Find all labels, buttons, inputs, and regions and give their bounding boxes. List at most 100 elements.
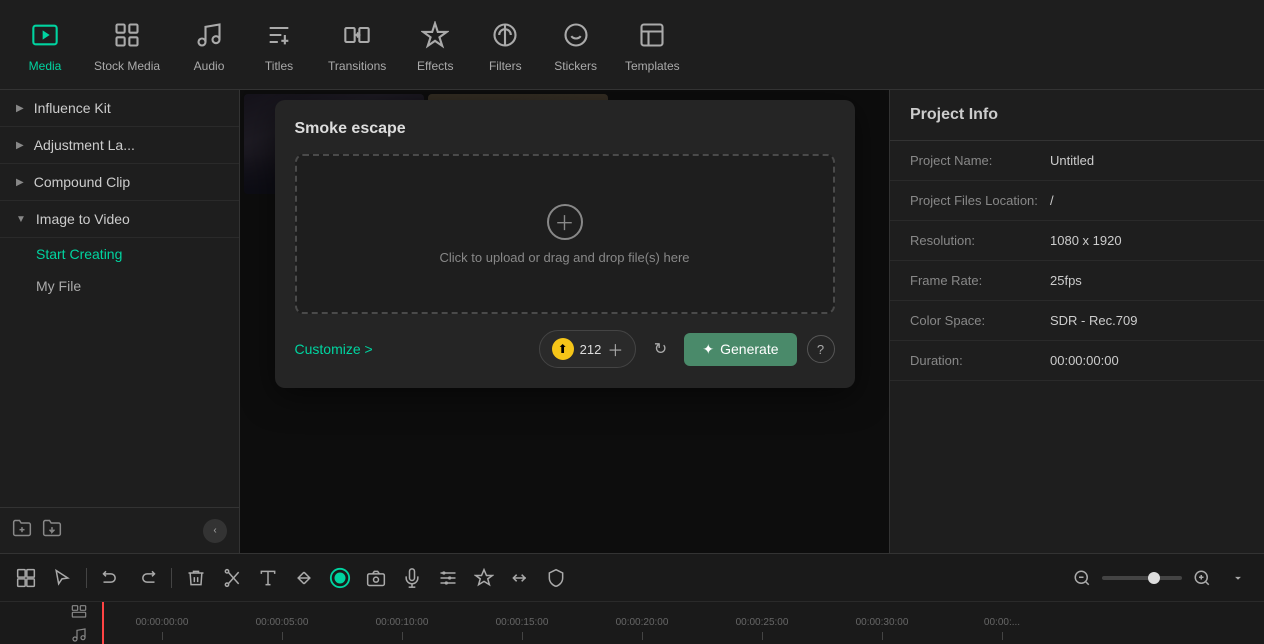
media-panel: Smoke escape ＋ Click to upload or drag a…: [240, 90, 889, 553]
modal-title: Smoke escape: [295, 120, 835, 138]
titles-icon: [261, 17, 297, 53]
add-folder-icon[interactable]: [12, 518, 32, 543]
speed-button[interactable]: [504, 562, 536, 594]
project-info-row-framerate: Frame Rate: 25fps: [890, 261, 1264, 301]
toolbar-item-templates[interactable]: Templates: [611, 9, 694, 81]
timeline-mark-4: 00:00:20:00: [582, 617, 702, 640]
resolution-label: Resolution:: [910, 233, 1040, 248]
modal-actions: ⬆ 212 ＋ ↻ ✦ Generate ?: [539, 330, 835, 368]
credits-count: 212: [580, 342, 602, 357]
upload-plus-icon: ＋: [547, 204, 583, 240]
redo-button[interactable]: [131, 562, 163, 594]
sidebar-sub-item-start-creating[interactable]: Start Creating: [0, 238, 239, 270]
undo-button[interactable]: [95, 562, 127, 594]
cursor-button[interactable]: [46, 562, 78, 594]
record-button[interactable]: [324, 562, 356, 594]
toolbar-divider-2: [171, 568, 172, 588]
text-button[interactable]: [252, 562, 284, 594]
timeline-mark-6: 00:00:30:00: [822, 617, 942, 640]
sidebar-collapse-button[interactable]: ‹: [203, 519, 227, 543]
project-info-row-colorspace: Color Space: SDR - Rec.709: [890, 301, 1264, 341]
toolbar-item-stock-media[interactable]: Stock Media: [80, 9, 174, 81]
timeline-mark-0: 00:00:00:00: [102, 617, 222, 640]
toolbar-item-effects[interactable]: Effects: [400, 9, 470, 81]
refresh-button[interactable]: ↻: [646, 335, 674, 363]
project-info-row-name: Project Name: Untitled: [890, 141, 1264, 181]
customize-link[interactable]: Customize >: [295, 341, 373, 357]
guard-button[interactable]: [540, 562, 572, 594]
timeline-settings-button[interactable]: [432, 562, 464, 594]
timeline-view-button[interactable]: [66, 602, 92, 621]
toolbar-label-transitions: Transitions: [328, 59, 386, 73]
toolbar-label-audio: Audio: [194, 59, 225, 73]
framerate-label: Frame Rate:: [910, 273, 1040, 288]
stock-media-icon: [109, 17, 145, 53]
toolbar-label-effects: Effects: [417, 59, 453, 73]
bottom-area: 00:00:00:00 00:00:05:00 00:00:10:00 00:0…: [0, 553, 1264, 643]
sidebar-item-label-image-to-video: Image to Video: [36, 211, 130, 227]
generate-button[interactable]: ✦ Generate: [684, 333, 796, 366]
sidebar-item-label-influence-kit: Influence Kit: [34, 100, 111, 116]
toolbar-item-transitions[interactable]: Transitions: [314, 9, 400, 81]
timeline-marks: 00:00:00:00 00:00:05:00 00:00:10:00 00:0…: [102, 602, 1264, 644]
modal-overlay: Smoke escape ＋ Click to upload or drag a…: [240, 90, 889, 553]
timeline-mark-3: 00:00:15:00: [462, 617, 582, 640]
group-select-button[interactable]: [10, 562, 42, 594]
duration-label: Duration:: [910, 353, 1040, 368]
sidebar: ▶ Influence Kit ▶ Adjustment La... ▶ Com…: [0, 90, 240, 553]
effects-icon: [417, 17, 453, 53]
sidebar-item-compound-clip[interactable]: ▶ Compound Clip: [0, 164, 239, 201]
snapshot-button[interactable]: [360, 562, 392, 594]
framerate-value: 25fps: [1050, 273, 1082, 288]
toolbar-item-audio[interactable]: Audio: [174, 9, 244, 81]
toolbar-item-media[interactable]: Media: [10, 9, 80, 81]
zoom-in-button[interactable]: [1186, 562, 1218, 594]
zoom-control: [1066, 562, 1254, 594]
fit-button[interactable]: [288, 562, 320, 594]
colorspace-label: Color Space:: [910, 313, 1040, 328]
keyframe-button[interactable]: [468, 562, 500, 594]
help-button[interactable]: ?: [807, 335, 835, 363]
sidebar-item-adjustment-layer[interactable]: ▶ Adjustment La...: [0, 127, 239, 164]
sidebar-item-image-to-video[interactable]: ▼ Image to Video: [0, 201, 239, 238]
sidebar-item-influence-kit[interactable]: ▶ Influence Kit: [0, 90, 239, 127]
timeline-mark-7: 00:00:...: [942, 617, 1062, 640]
modal-footer: Customize > ⬆ 212 ＋ ↻ ✦ Generate ?: [295, 330, 835, 368]
toolbar-label-media: Media: [29, 59, 62, 73]
credits-badge: ⬆ 212 ＋: [539, 330, 637, 368]
project-info-row-resolution: Resolution: 1080 x 1920: [890, 221, 1264, 261]
generate-plus-icon: ✦: [702, 341, 714, 358]
zoom-slider-thumb[interactable]: [1148, 572, 1160, 584]
project-info-row-location: Project Files Location: /: [890, 181, 1264, 221]
delete-button[interactable]: [180, 562, 212, 594]
toolbar-item-titles[interactable]: Titles: [244, 9, 314, 81]
sidebar-item-label-adjustment: Adjustment La...: [34, 137, 135, 153]
toolbar-divider-1: [86, 568, 87, 588]
chevron-right-icon: ▶: [16, 103, 24, 114]
credits-plus-icon[interactable]: ＋: [607, 337, 623, 361]
chevron-right-icon-2: ▶: [16, 140, 24, 151]
more-options-button[interactable]: [1222, 562, 1254, 594]
toolbar-label-stock-media: Stock Media: [94, 59, 160, 73]
timeline-mark-2: 00:00:10:00: [342, 617, 462, 640]
sidebar-bottom: ‹: [0, 507, 239, 553]
timeline-ruler: 00:00:00:00 00:00:05:00 00:00:10:00 00:0…: [0, 602, 1264, 644]
timeline-mark-1: 00:00:05:00: [222, 617, 342, 640]
cut-button[interactable]: [216, 562, 248, 594]
templates-icon: [634, 17, 670, 53]
voiceover-button[interactable]: [396, 562, 428, 594]
modal: Smoke escape ＋ Click to upload or drag a…: [275, 100, 855, 388]
chevron-right-icon-3: ▶: [16, 177, 24, 188]
import-folder-icon[interactable]: [42, 518, 62, 543]
credits-icon: ⬆: [552, 338, 574, 360]
zoom-out-button[interactable]: [1066, 562, 1098, 594]
timeline-audio-button[interactable]: [66, 625, 92, 644]
timeline-mark-5: 00:00:25:00: [702, 617, 822, 640]
main-content: ▶ Influence Kit ▶ Adjustment La... ▶ Com…: [0, 90, 1264, 553]
zoom-slider[interactable]: [1102, 576, 1182, 580]
upload-area[interactable]: ＋ Click to upload or drag and drop file(…: [295, 154, 835, 314]
filters-icon: [487, 17, 523, 53]
sidebar-sub-item-my-file[interactable]: My File: [0, 270, 239, 302]
toolbar-item-stickers[interactable]: Stickers: [540, 9, 611, 81]
toolbar-item-filters[interactable]: Filters: [470, 9, 540, 81]
